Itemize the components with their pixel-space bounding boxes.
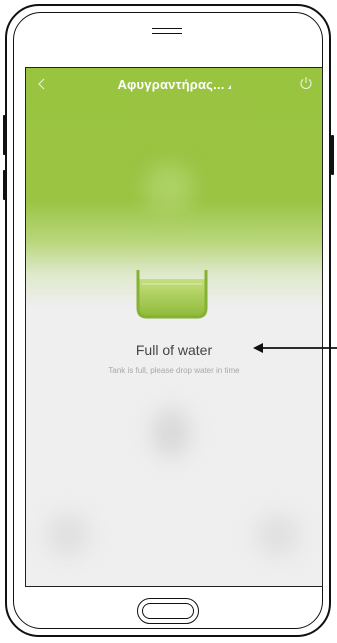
app-screen: Αφυγραντήρας... Full of water Tank is fu… bbox=[25, 67, 323, 587]
water-tank-icon bbox=[136, 270, 208, 319]
decor-blob bbox=[256, 513, 300, 557]
annotation-arrow-icon bbox=[253, 343, 337, 353]
home-button[interactable] bbox=[137, 598, 199, 624]
home-button-inner bbox=[142, 603, 194, 619]
dropdown-caret-icon bbox=[227, 85, 231, 89]
title-area[interactable]: Αφυγραντήρας... bbox=[26, 76, 322, 94]
power-side-button bbox=[331, 135, 334, 175]
power-icon[interactable] bbox=[298, 75, 314, 91]
status-subtitle: Tank is full, please drop water in time bbox=[108, 366, 240, 375]
top-bar: Αφυγραντήρας... bbox=[26, 68, 322, 102]
decor-blob bbox=[46, 513, 90, 557]
device-title: Αφυγραντήρας... bbox=[117, 77, 225, 92]
decor-blob bbox=[151, 408, 191, 458]
earpiece-speaker bbox=[152, 28, 182, 34]
volume-button bbox=[3, 115, 6, 155]
decor-blob bbox=[144, 163, 194, 213]
side-button bbox=[3, 170, 6, 200]
